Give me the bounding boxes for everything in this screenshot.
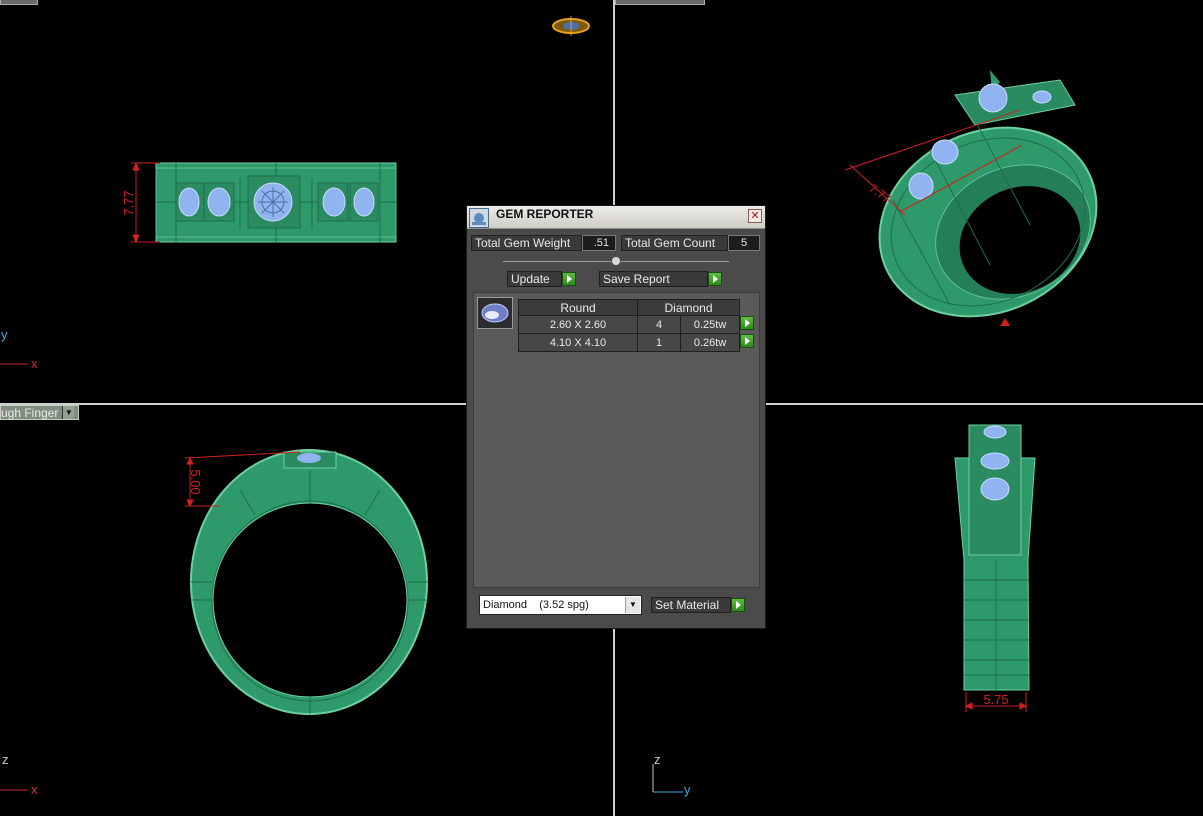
gem [353, 187, 375, 217]
gem-count: 1 [636, 333, 682, 352]
top-dimension-label: 5.75 [983, 692, 1008, 707]
material-select-value: Diamond (3.52 spg) [483, 599, 589, 611]
gem-weight: 0.25tw [680, 315, 740, 334]
gem-count: 4 [636, 315, 682, 334]
close-icon[interactable]: ✕ [748, 209, 762, 223]
gem-weight: 0.26tw [680, 333, 740, 352]
save-report-go-icon[interactable] [708, 272, 722, 286]
axis-y-label: y [1, 327, 8, 342]
chevron-down-icon[interactable]: ▼ [625, 597, 640, 613]
gem-size: 2.60 X 2.60 [518, 315, 638, 334]
axis-z-label: z [654, 752, 661, 767]
viewport-name-tab[interactable]: ugh Finger ▼ [0, 405, 80, 420]
update-go-icon[interactable] [562, 272, 576, 286]
material-select[interactable]: Diamond (3.52 spg) ▼ [479, 595, 642, 615]
update-button[interactable]: Update [507, 271, 562, 287]
save-report-button[interactable]: Save Report [599, 271, 708, 287]
table-header-material: Diamond [637, 299, 740, 316]
viewport-name-label: ugh Finger [1, 406, 59, 420]
gem-reporter-dialog: GEM REPORTER ✕ Total Gem Weight .51 Tota… [466, 205, 766, 629]
front-dimension-label: 7.77 [121, 190, 136, 215]
gem [207, 187, 231, 217]
total-gem-weight-label: Total Gem Weight [471, 235, 582, 251]
table-row[interactable]: 2.60 X 2.60 4 0.25tw [518, 315, 758, 334]
gem [178, 187, 200, 217]
row-go-icon[interactable] [740, 315, 754, 330]
axis-y-label: y [684, 782, 691, 797]
axis-x-label: x [31, 356, 38, 371]
round-gem-icon[interactable] [477, 297, 513, 329]
gem [322, 187, 346, 217]
table-row[interactable]: 4.10 X 4.10 1 0.26tw [518, 333, 758, 352]
side-dimension-label: 5.00 [188, 469, 203, 494]
gem-list-panel[interactable]: Round Diamond 2.60 X 2.60 4 0.25tw 4.10 … [473, 292, 760, 588]
table-header-shape: Round [518, 299, 638, 316]
set-material-go-icon[interactable] [731, 598, 745, 612]
gem-size: 4.10 X 4.10 [518, 333, 638, 352]
row-go-icon[interactable] [740, 333, 754, 348]
set-material-button[interactable]: Set Material [651, 597, 731, 613]
view-cube-icon[interactable] [552, 16, 590, 36]
collapse-handle-icon[interactable] [611, 256, 621, 266]
dialog-title-bar[interactable]: GEM REPORTER ✕ [467, 206, 765, 229]
gem-table: Round Diamond 2.60 X 2.60 4 0.25tw 4.10 … [518, 299, 758, 352]
chevron-down-icon[interactable]: ▼ [62, 406, 75, 419]
total-gem-count-value: 5 [728, 235, 760, 251]
total-gem-count-label: Total Gem Count [621, 235, 728, 251]
axis-z-label: z [2, 752, 9, 767]
dialog-title: GEM REPORTER [496, 207, 594, 221]
axis-x-label: x [31, 782, 38, 797]
gem-reporter-app-icon [469, 208, 489, 228]
total-gem-weight-value: .51 [582, 235, 616, 251]
